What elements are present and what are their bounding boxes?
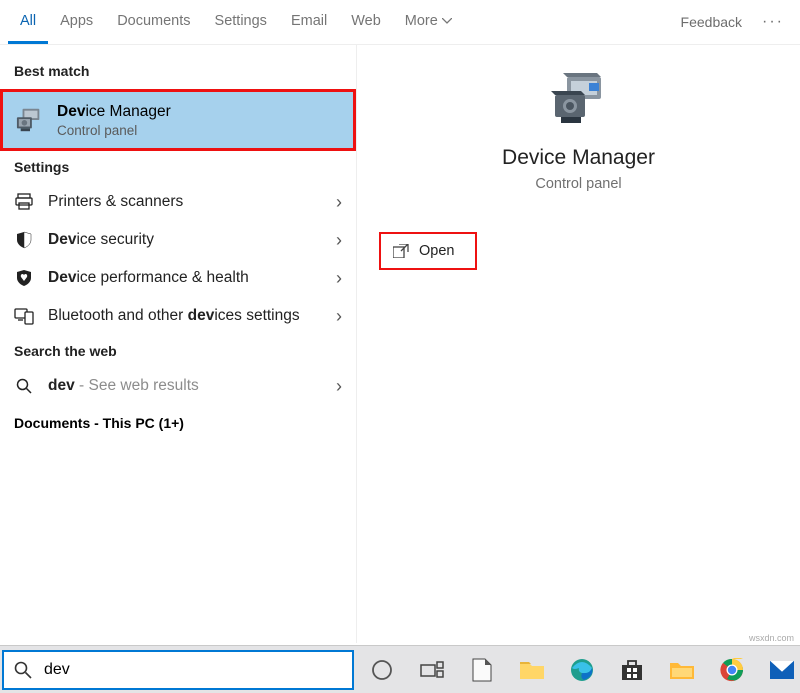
best-match-result[interactable]: Device Manager Control panel	[0, 89, 356, 151]
detail-pane: Device Manager Control panel Open	[356, 45, 800, 643]
chevron-right-icon: ›	[336, 376, 342, 397]
web-heading: Search the web	[0, 335, 356, 367]
detail-title: Device Manager	[357, 146, 800, 170]
open-button[interactable]: Open	[379, 232, 477, 270]
settings-item-bluetooth[interactable]: Bluetooth and other devices settings ›	[0, 297, 356, 335]
edge-icon[interactable]	[568, 656, 596, 684]
best-match-title: Device Manager	[57, 103, 171, 121]
chrome-icon[interactable]	[718, 656, 746, 684]
tab-email[interactable]: Email	[279, 0, 339, 44]
mail-icon[interactable]	[768, 656, 796, 684]
feedback-link[interactable]: Feedback	[681, 14, 742, 30]
tab-settings[interactable]: Settings	[203, 0, 279, 44]
settings-item-printers[interactable]: Printers & scanners ›	[0, 183, 356, 221]
shield-icon	[14, 231, 34, 249]
libreoffice-icon[interactable]	[468, 656, 496, 684]
chevron-right-icon: ›	[336, 230, 342, 251]
chevron-right-icon: ›	[336, 268, 342, 289]
device-manager-icon	[15, 106, 45, 134]
tab-documents[interactable]: Documents	[105, 0, 202, 44]
tab-web[interactable]: Web	[339, 0, 393, 44]
settings-item-device-performance[interactable]: Device performance & health ›	[0, 259, 356, 297]
device-manager-large-icon	[549, 73, 609, 129]
best-match-heading: Best match	[0, 55, 356, 87]
taskbar	[0, 645, 800, 693]
store-icon[interactable]	[618, 656, 646, 684]
tab-apps[interactable]: Apps	[48, 0, 105, 44]
chevron-right-icon: ›	[336, 306, 342, 327]
chevron-down-icon	[442, 18, 452, 24]
web-result-item[interactable]: dev - See web results ›	[0, 367, 356, 405]
open-icon	[393, 244, 409, 258]
file-explorer-icon[interactable]	[518, 656, 546, 684]
detail-subtitle: Control panel	[357, 176, 800, 192]
results-list: Best match Device Manager Control panel …	[0, 45, 356, 643]
search-icon	[14, 661, 32, 679]
cortana-icon[interactable]	[368, 656, 396, 684]
tab-all[interactable]: All	[8, 0, 48, 44]
search-input[interactable]	[44, 661, 342, 679]
search-icon	[14, 378, 34, 394]
more-options-icon[interactable]: ···	[754, 13, 792, 31]
documents-heading: Documents - This PC (1+)	[0, 405, 356, 441]
devices-icon	[14, 307, 34, 325]
task-view-icon[interactable]	[418, 656, 446, 684]
best-match-subtitle: Control panel	[57, 123, 171, 138]
settings-heading: Settings	[0, 151, 356, 183]
printer-icon	[14, 193, 34, 211]
settings-item-device-security[interactable]: Device security ›	[0, 221, 356, 259]
chevron-right-icon: ›	[336, 192, 342, 213]
heart-shield-icon	[14, 269, 34, 287]
search-filter-tabs: All Apps Documents Settings Email Web Mo…	[0, 0, 800, 45]
tab-more[interactable]: More	[393, 0, 464, 44]
watermark-text: wsxdn.com	[749, 633, 794, 643]
folder-icon[interactable]	[668, 656, 696, 684]
taskbar-search-box[interactable]	[2, 650, 354, 690]
